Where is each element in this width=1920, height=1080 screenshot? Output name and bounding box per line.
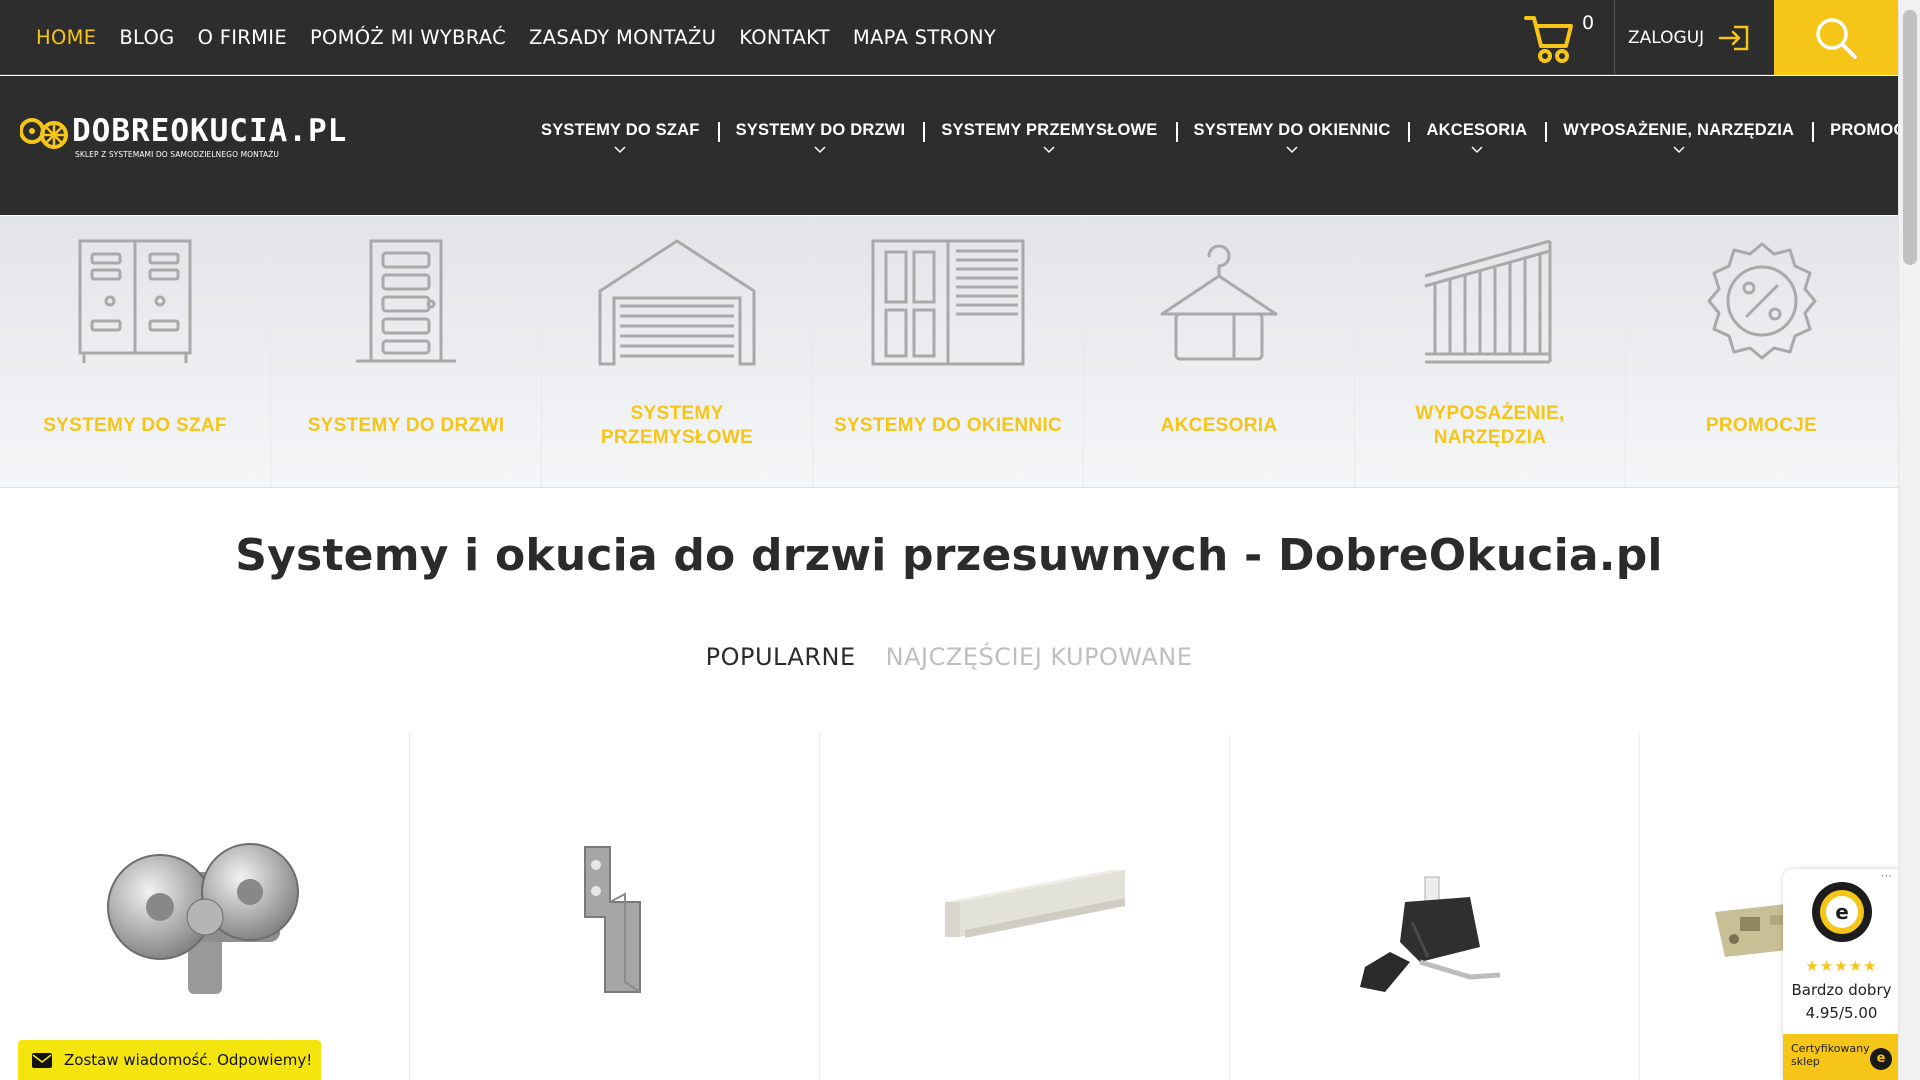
mainnav-equipment-tools[interactable]: WYPOSAŻENIE, NARZĘDZIA (1545, 120, 1812, 154)
top-navigation: HOME BLOG O FIRMIE POMÓŻ MI WYBRAĆ ZASAD… (36, 0, 996, 75)
product-card[interactable] (1230, 732, 1640, 1080)
scrollbar-thumb[interactable] (1903, 10, 1917, 265)
category-label: SYSTEMY DO DRZWI (307, 415, 505, 436)
product-tabs: POPULARNE NAJCZĘŚCIEJ KUPOWANE (0, 643, 1898, 671)
chevron-down-icon (614, 146, 626, 154)
mainnav-label: AKCESORIA (1426, 121, 1528, 139)
mainnav-accessories[interactable]: AKCESORIA (1408, 120, 1545, 154)
certified-shop-banner: Certyfikowany sklep e (1783, 1034, 1900, 1080)
top-bar: HOME BLOG O FIRMIE POMÓŻ MI WYBRAĆ ZASAD… (0, 0, 1898, 75)
login-button[interactable]: ZALOGUJ (1614, 0, 1774, 75)
cart-icon (1524, 16, 1573, 63)
more-options-icon[interactable]: ··· (1881, 869, 1892, 883)
leave-message-widget[interactable]: Zostaw wiadomość. Odpowiemy! (18, 1040, 321, 1080)
roller-carriage-icon (107, 843, 299, 994)
rating-value: 4.95/5.00 (1805, 1004, 1878, 1022)
login-label: ZALOGUJ (1628, 27, 1705, 48)
topnav-home-link[interactable]: HOME (36, 26, 96, 49)
product-card[interactable] (0, 732, 410, 1080)
trusted-shops-e-icon: e (1870, 1048, 1892, 1070)
mainnav-label: SYSTEMY PRZEMYSŁOWE (941, 121, 1158, 139)
mainnav-label: SYSTEMY DO DRZWI (735, 121, 906, 139)
garage-icon (598, 239, 756, 366)
mainnav-wardrobe-systems[interactable]: SYSTEMY DO SZAF (524, 120, 718, 154)
chevron-down-icon (1471, 146, 1483, 154)
rating-text: Bardzo dobry (1791, 981, 1892, 999)
search-button[interactable] (1774, 0, 1898, 75)
logo-wheels-icon (20, 118, 68, 149)
trusted-shops-seal-icon: e (1812, 882, 1872, 942)
certified-label: Certyfikowany sklep (1791, 1042, 1870, 1068)
product-card[interactable] (820, 732, 1230, 1080)
mainnav-door-systems[interactable]: SYSTEMY DO DRZWI (717, 120, 924, 154)
cart-count-badge: 0 (1582, 12, 1595, 34)
topnav-help-choose-link[interactable]: POMÓŻ MI WYBRAĆ (310, 26, 506, 49)
envelope-icon (32, 1052, 52, 1068)
mainnav-label: SYSTEMY DO SZAF (541, 121, 700, 139)
leave-message-label: Zostaw wiadomość. Odpowiemy! (64, 1051, 313, 1069)
chevron-down-icon (1043, 146, 1055, 154)
site-logo[interactable]: DOBREOKUCIA.PL SKLEP Z SYSTEMAMI DO SAMO… (20, 113, 346, 163)
logo-tagline: SKLEP Z SYSTEMAMI DO SAMODZIELNEGO MONTA… (75, 150, 280, 159)
category-tile-accessories[interactable]: AKCESORIA (1084, 216, 1355, 487)
chevron-down-icon (814, 146, 826, 154)
topnav-assembly-rules-link[interactable]: ZASADY MONTAŻU (529, 26, 716, 49)
mainnav-shutter-systems[interactable]: SYSTEMY DO OKIENNIC (1175, 120, 1409, 154)
percent-badge-icon (1707, 242, 1816, 360)
category-tile-wardrobe[interactable]: SYSTEMY DO SZAF (0, 216, 271, 487)
main-navigation: SYSTEMY DO SZAF SYSTEMY DO DRZWI SYSTEMY… (524, 120, 1920, 154)
product-carousel (0, 732, 1898, 1080)
category-tile-equipment[interactable]: WYPOSAŻENIE, NARZĘDZIA (1355, 216, 1626, 487)
rail-profile-icon (945, 870, 1125, 938)
product-card[interactable] (410, 732, 820, 1080)
page-title: Systemy i okucia do drzwi przesuwnych - … (235, 530, 1663, 581)
topnav-about-link[interactable]: O FIRMIE (198, 26, 287, 49)
chevron-down-icon (1673, 146, 1685, 154)
category-tile-shutters[interactable]: SYSTEMY DO OKIENNIC (813, 216, 1084, 487)
login-icon (1718, 25, 1749, 50)
shutter-icon (871, 239, 1025, 366)
tab-popular[interactable]: POPULARNE (706, 643, 856, 671)
category-label: SYSTEMY PRZEMYSŁOWE (600, 403, 754, 448)
topnav-blog-link[interactable]: BLOG (119, 26, 174, 49)
tab-most-bought[interactable]: NAJCZĘŚCIEJ KUPOWANE (886, 643, 1193, 671)
seal-letter: e (1835, 900, 1849, 924)
door-stopper-icon (1360, 876, 1501, 992)
cart-button[interactable]: 0 (1524, 8, 1604, 68)
main-header: DOBREOKUCIA.PL SKLEP Z SYSTEMAMI DO SAMO… (0, 76, 1920, 215)
topnav-contact-link[interactable]: KONTAKT (739, 26, 830, 49)
category-tile-industrial[interactable]: SYSTEMY PRZEMYSŁOWE (542, 216, 813, 487)
page-scrollbar[interactable] (1898, 0, 1920, 1080)
topnav-sitemap-link[interactable]: MAPA STRONY (853, 26, 996, 49)
door-icon (356, 239, 456, 363)
logo-text: DOBREOKUCIA.PL (72, 113, 348, 149)
hanger-icon (1160, 244, 1278, 361)
chevron-down-icon (1286, 146, 1298, 154)
trusted-shops-badge[interactable]: ··· e ★★★★★ Bardzo dobry 4.95/5.00 Certy… (1783, 869, 1900, 1080)
category-label: SYSTEMY DO OKIENNIC (833, 415, 1063, 436)
category-label: PROMOCJE (1705, 415, 1818, 436)
wardrobe-icon (78, 239, 192, 363)
search-icon (1816, 17, 1857, 59)
stairs-icon (1424, 239, 1552, 364)
category-strip: SYSTEMY DO SZAF SYSTEMY DO DRZWI SYSTEMY… (0, 216, 1898, 488)
mainnav-label: WYPOSAŻENIE, NARZĘDZIA (1563, 121, 1795, 139)
category-label: SYSTEMY DO SZAF (43, 415, 227, 436)
mainnav-industrial-systems[interactable]: SYSTEMY PRZEMYSŁOWE (923, 120, 1175, 154)
category-tile-doors[interactable]: SYSTEMY DO DRZWI (271, 216, 542, 487)
mounting-bracket-icon (584, 846, 641, 993)
category-label: WYPOSAŻENIE, NARZĘDZIA (1415, 403, 1565, 448)
rating-stars: ★★★★★ (1805, 957, 1878, 975)
category-label: AKCESORIA (1160, 415, 1278, 436)
mainnav-label: SYSTEMY DO OKIENNIC (1193, 121, 1391, 139)
category-tile-promotions[interactable]: PROMOCJE (1626, 216, 1897, 487)
